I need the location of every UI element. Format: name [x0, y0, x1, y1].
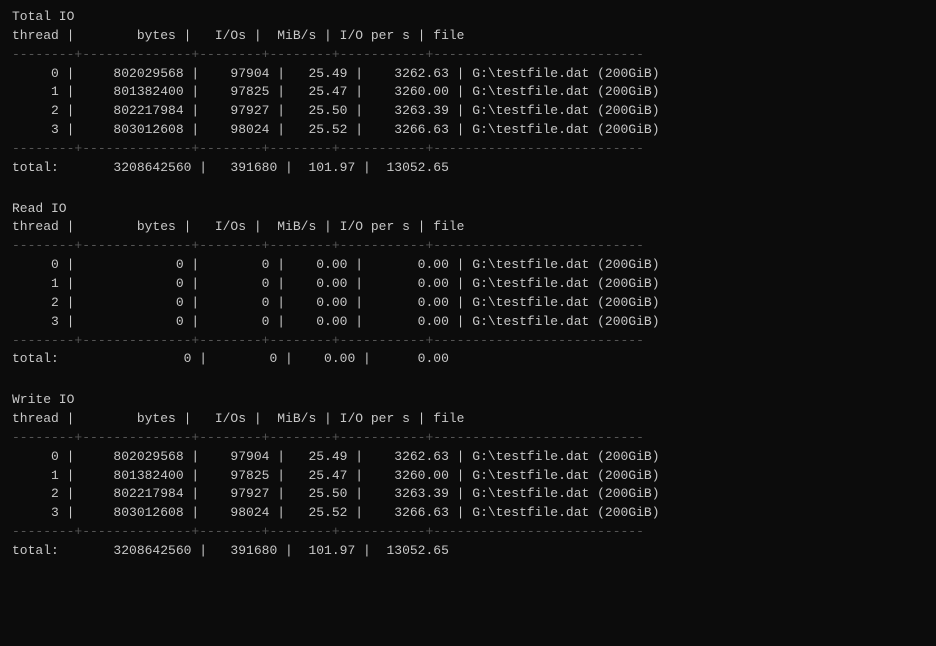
section-title-total-io: Total IO thread | bytes | I/Os | MiB/s |… [12, 8, 924, 46]
divider-bottom-write-io: --------+--------------+--------+-------… [12, 523, 924, 542]
total-row-read-io: total: 0 | 0 | 0.00 | 0.00 [12, 350, 924, 369]
data-row-write-io-2: 2 | 802217984 | 97927 | 25.50 | 3263.39 … [12, 485, 924, 504]
section-total-io: Total IO thread | bytes | I/Os | MiB/s |… [12, 8, 924, 178]
divider-bottom-total-io: --------+--------------+--------+-------… [12, 140, 924, 159]
section-title-write-io: Write IO thread | bytes | I/Os | MiB/s |… [12, 391, 924, 429]
section-gap [12, 190, 924, 200]
data-row-read-io-3: 3 | 0 | 0 | 0.00 | 0.00 | G:\testfile.da… [12, 313, 924, 332]
data-row-write-io-3: 3 | 803012608 | 98024 | 25.52 | 3266.63 … [12, 504, 924, 523]
data-row-read-io-0: 0 | 0 | 0 | 0.00 | 0.00 | G:\testfile.da… [12, 256, 924, 275]
data-row-write-io-1: 1 | 801382400 | 97825 | 25.47 | 3260.00 … [12, 467, 924, 486]
app-container: Total IO thread | bytes | I/Os | MiB/s |… [12, 8, 924, 583]
total-row-total-io: total: 3208642560 | 391680 | 101.97 | 13… [12, 159, 924, 178]
section-gap [12, 573, 924, 583]
section-gap [12, 381, 924, 391]
data-row-total-io-3: 3 | 803012608 | 98024 | 25.52 | 3266.63 … [12, 121, 924, 140]
data-row-total-io-1: 1 | 801382400 | 97825 | 25.47 | 3260.00 … [12, 83, 924, 102]
data-row-total-io-2: 2 | 802217984 | 97927 | 25.50 | 3263.39 … [12, 102, 924, 121]
data-row-read-io-2: 2 | 0 | 0 | 0.00 | 0.00 | G:\testfile.da… [12, 294, 924, 313]
data-row-write-io-0: 0 | 802029568 | 97904 | 25.49 | 3262.63 … [12, 448, 924, 467]
data-row-read-io-1: 1 | 0 | 0 | 0.00 | 0.00 | G:\testfile.da… [12, 275, 924, 294]
divider-bottom-read-io: --------+--------------+--------+-------… [12, 332, 924, 351]
section-write-io: Write IO thread | bytes | I/Os | MiB/s |… [12, 391, 924, 561]
divider-top-total-io: --------+--------------+--------+-------… [12, 46, 924, 65]
total-row-write-io: total: 3208642560 | 391680 | 101.97 | 13… [12, 542, 924, 561]
section-read-io: Read IO thread | bytes | I/Os | MiB/s | … [12, 200, 924, 370]
divider-top-write-io: --------+--------------+--------+-------… [12, 429, 924, 448]
section-title-read-io: Read IO thread | bytes | I/Os | MiB/s | … [12, 200, 924, 238]
data-row-total-io-0: 0 | 802029568 | 97904 | 25.49 | 3262.63 … [12, 65, 924, 84]
divider-top-read-io: --------+--------------+--------+-------… [12, 237, 924, 256]
